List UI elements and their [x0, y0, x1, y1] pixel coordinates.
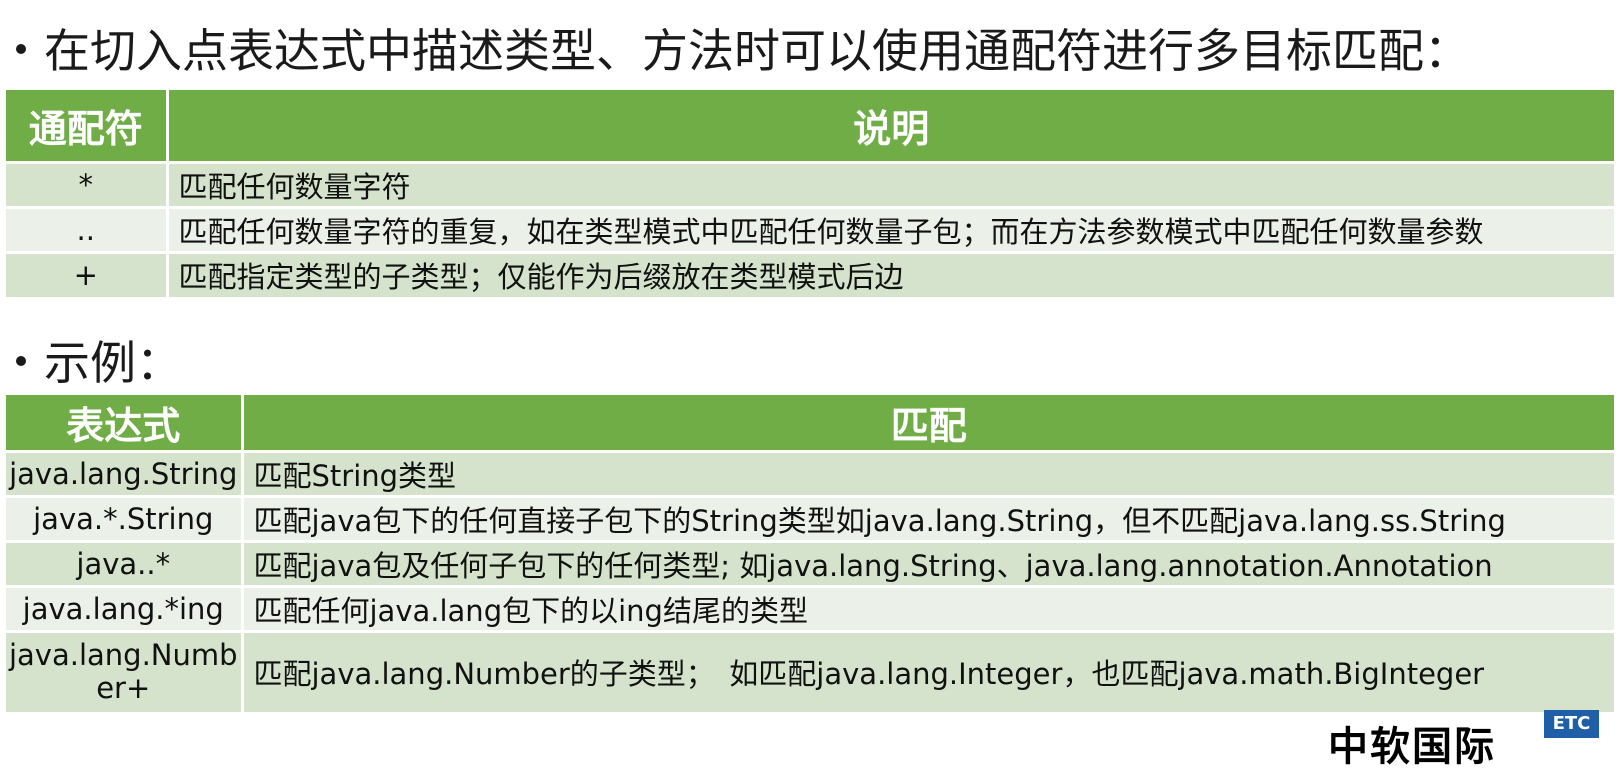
wildcard-cell: + — [6, 250, 169, 297]
table-row: + 匹配指定类型的子类型；仅能作为后缀放在类型模式后边 — [6, 250, 1614, 297]
expression-cell: java.lang.String — [6, 450, 244, 497]
wildcard-table: 通配符 说明 * 匹配任何数量字符 .. 匹配任何数量字符的重复，如在类型模式中… — [6, 90, 1614, 297]
match-cell: 匹配任何java.lang包下的以ing结尾的类型 — [242, 585, 1614, 632]
example-table-header: 表达式 匹配 — [6, 395, 1614, 452]
description-cell: 匹配任何数量字符 — [167, 160, 1614, 207]
bullet-intro-text: 在切入点表达式中描述类型、方法时可以使用通配符进行多目标匹配： — [44, 24, 1470, 78]
wildcard-table-header: 通配符 说明 — [6, 90, 1614, 162]
logo-text: 中软国际 — [1328, 724, 1496, 770]
table-row: .. 匹配任何数量字符的重复，如在类型模式中匹配任何数量子包；而在方法参数模式中… — [6, 205, 1614, 252]
bullet-intro: 在切入点表达式中描述类型、方法时可以使用通配符进行多目标匹配： — [16, 28, 1470, 74]
match-cell: 匹配java包下的任何直接子包下的String类型如java.lang.Stri… — [242, 495, 1614, 542]
match-col-header: 匹配 — [242, 395, 1614, 452]
bullet-dot-icon — [16, 43, 26, 54]
match-cell: 匹配java包及任何子包下的任何类型; 如java.lang.String、ja… — [242, 540, 1614, 587]
expression-cell: java.lang.Number+ — [6, 630, 244, 712]
logo-badge: ETC — [1544, 710, 1599, 738]
description-cell: 匹配指定类型的子类型；仅能作为后缀放在类型模式后边 — [167, 250, 1614, 297]
bullet-examples-text: 示例： — [44, 336, 182, 390]
table-row: java.*.String 匹配java包下的任何直接子包下的String类型如… — [6, 495, 1614, 542]
description-cell: 匹配任何数量字符的重复，如在类型模式中匹配任何数量子包；而在方法参数模式中匹配任… — [167, 205, 1614, 252]
example-table: 表达式 匹配 java.lang.String 匹配String类型 java.… — [6, 395, 1614, 712]
table-row: java..* 匹配java包及任何子包下的任何类型; 如java.lang.S… — [6, 540, 1614, 587]
match-cell: 匹配java.lang.Number的子类型； 如匹配java.lang.Int… — [242, 630, 1614, 712]
bullet-dot-icon — [16, 355, 26, 366]
expression-cell: java.lang.*ing — [6, 585, 244, 632]
expression-cell: java.*.String — [6, 495, 244, 542]
match-cell: 匹配String类型 — [242, 450, 1614, 497]
table-row: * 匹配任何数量字符 — [6, 160, 1614, 207]
table-row: java.lang.Number+ 匹配java.lang.Number的子类型… — [6, 630, 1614, 712]
expression-cell: java..* — [6, 540, 244, 587]
description-col-header: 说明 — [167, 90, 1614, 162]
table-row: java.lang.*ing 匹配任何java.lang包下的以ing结尾的类型 — [6, 585, 1614, 632]
wildcard-col-header: 通配符 — [6, 90, 169, 162]
company-logo: 中软国际 ETC — [1328, 710, 1619, 770]
wildcard-cell: * — [6, 160, 169, 207]
table-row: java.lang.String 匹配String类型 — [6, 450, 1614, 497]
wildcard-cell: .. — [6, 205, 169, 252]
expression-col-header: 表达式 — [6, 395, 244, 452]
bullet-examples: 示例： — [16, 340, 182, 386]
